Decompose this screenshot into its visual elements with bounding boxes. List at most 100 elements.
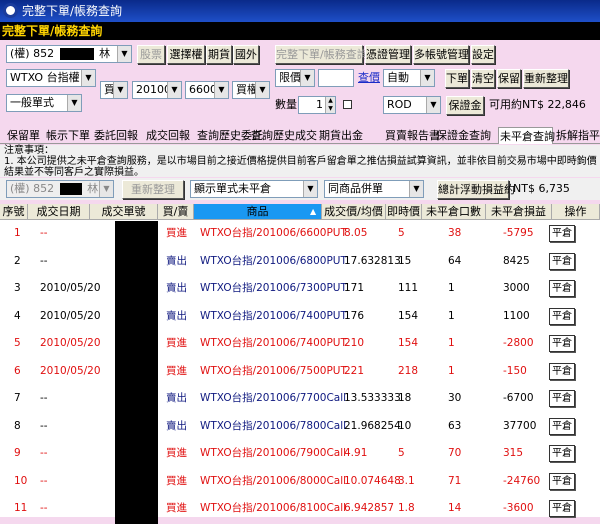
- open-pnl: 8425: [503, 254, 530, 267]
- column-header-5[interactable]: 成交價/均價: [322, 204, 386, 220]
- open-qty: 30: [448, 392, 462, 404]
- trade-date: --: [40, 419, 48, 432]
- order-mode-select[interactable]: 一般單式 ▼: [6, 94, 82, 112]
- product-name: WTXO台指/201006/7800Call: [200, 419, 347, 432]
- close-position-button[interactable]: 平倉: [549, 280, 575, 297]
- account-select[interactable]: (權) 852 林 ▼: [6, 45, 132, 63]
- keep-button[interactable]: 保留: [497, 69, 521, 88]
- close-position-button[interactable]: 平倉: [549, 500, 575, 517]
- close-position-button[interactable]: 平倉: [549, 390, 575, 407]
- product-name: WTXO台指/201006/8100Call: [200, 502, 347, 514]
- margin-button[interactable]: 保證金: [446, 96, 484, 115]
- redacted-order-id: [115, 276, 158, 304]
- auto-select[interactable]: 自動 ▼: [383, 69, 435, 87]
- last-price: 15: [398, 254, 412, 267]
- fill-price: 13.533333: [344, 392, 401, 404]
- chevron-down-icon: ▼: [214, 82, 228, 98]
- side-label: 賣出: [166, 419, 187, 432]
- column-header-9[interactable]: 操作: [552, 204, 600, 220]
- settings-button[interactable]: 設定: [471, 45, 495, 64]
- column-header-2[interactable]: 成交單號: [90, 204, 158, 220]
- row-number: 9: [14, 447, 21, 459]
- redacted-order-id: [115, 386, 158, 414]
- column-header-7[interactable]: 未平倉口數: [422, 204, 486, 220]
- close-position-button[interactable]: 平倉: [549, 362, 575, 380]
- option-button[interactable]: 選擇權: [167, 45, 205, 64]
- column-header-6[interactable]: 即時價: [386, 204, 422, 220]
- stock-button[interactable]: 股票: [137, 45, 165, 64]
- side-label: 買進: [166, 447, 187, 459]
- close-position-button[interactable]: 平倉: [549, 307, 575, 325]
- price-type-select[interactable]: 限價 ▼: [275, 69, 315, 87]
- product-name: WTXO台指/201006/7700Call: [200, 392, 347, 404]
- open-pnl: -5795: [503, 227, 534, 239]
- checkbox[interactable]: [343, 100, 352, 109]
- column-header-3[interactable]: 買/賣: [158, 204, 194, 220]
- tab-10[interactable]: 拆解指平: [555, 127, 600, 144]
- last-price: 218: [398, 364, 419, 377]
- tab-7[interactable]: 買賣報告書: [384, 127, 440, 144]
- filter-account-select[interactable]: (權) 852 林 ▼: [6, 180, 114, 198]
- redacted-order-id: [115, 468, 158, 497]
- close-position-button[interactable]: 平倉: [549, 225, 575, 242]
- month-select[interactable]: 201006 ▼: [132, 81, 182, 99]
- cert-button[interactable]: 憑證管理: [365, 45, 411, 64]
- full-order-button[interactable]: 完整下單/帳務查詢: [275, 45, 368, 64]
- price-input[interactable]: [318, 69, 354, 87]
- display-mode-select[interactable]: 顯示單式未平倉 ▼: [190, 180, 318, 198]
- tab-0[interactable]: 保留單: [6, 127, 42, 144]
- quantity-stepper[interactable]: 1 ▲ ▼: [298, 96, 336, 114]
- tab-4[interactable]: 查詢歷史委託: [196, 127, 263, 144]
- close-position-button[interactable]: 平倉: [549, 472, 575, 490]
- refresh-button[interactable]: 重新整理: [523, 69, 569, 88]
- tab-1[interactable]: 帳示下單: [45, 127, 91, 144]
- column-header-1[interactable]: 成交日期: [28, 204, 90, 220]
- last-price: 154: [398, 337, 419, 349]
- close-position-button[interactable]: 平倉: [549, 252, 575, 270]
- call-put-select[interactable]: 買權 ▼: [232, 81, 270, 99]
- row-number: 4: [14, 309, 21, 322]
- tab-2[interactable]: 委託回報: [93, 127, 143, 144]
- total-pnl-button[interactable]: 總計浮動損益約: [437, 180, 515, 199]
- table-row: 10 -- 買進 WTXO台指/201006/8000Call 10.074648 3.1…: [0, 468, 600, 497]
- product-select[interactable]: WTXO 台指權 ▼: [6, 69, 96, 87]
- tab-8[interactable]: 保證金查詢: [435, 127, 496, 144]
- row-number: 11: [14, 502, 28, 514]
- foreign-button[interactable]: 國外: [233, 45, 259, 64]
- tab-6[interactable]: 期貨出金: [318, 127, 382, 144]
- column-header-8[interactable]: 未平倉損益: [486, 204, 552, 220]
- chevron-down-icon: ▼: [409, 181, 423, 197]
- trade-date: --: [40, 502, 48, 514]
- redacted-order-id: [115, 358, 158, 387]
- tab-5[interactable]: 查詢歷史成交: [250, 127, 317, 144]
- chevron-down-icon: ▼: [99, 181, 113, 197]
- last-price: 10: [398, 419, 412, 432]
- stepper-arrows-icon[interactable]: ▲ ▼: [325, 97, 335, 113]
- rod-select[interactable]: ROD ▼: [383, 96, 441, 114]
- multi-account-button[interactable]: 多帳號管理: [413, 45, 469, 64]
- close-position-button[interactable]: 平倉: [549, 417, 575, 435]
- query-price-link[interactable]: 查價: [358, 69, 380, 87]
- clear-button[interactable]: 清空: [471, 69, 495, 88]
- chevron-down-icon: ▼: [117, 46, 131, 62]
- redacted-order-id: [115, 496, 158, 524]
- group-select[interactable]: 同商品併單 ▼: [324, 180, 424, 198]
- last-price: 3.1: [398, 474, 415, 487]
- tab-9[interactable]: 未平倉查詢: [498, 127, 555, 144]
- table-row: 8 -- 賣出 WTXO台指/201006/7800Call 21.968254 10 63…: [0, 413, 600, 442]
- tab-3[interactable]: 成交回報: [145, 127, 194, 144]
- filter-refresh-button[interactable]: 重新整理: [122, 180, 184, 199]
- close-position-button[interactable]: 平倉: [549, 335, 575, 352]
- side-select[interactable]: 買 ▼: [100, 81, 128, 99]
- strike-select[interactable]: 6600 ▼: [185, 81, 229, 99]
- total-pnl-value: NT$ 6,735: [513, 182, 570, 195]
- row-number: 2: [14, 254, 21, 267]
- redacted-order-id: [115, 221, 158, 249]
- column-header-4[interactable]: 商品: [194, 204, 322, 220]
- futures-button[interactable]: 期貨: [206, 45, 232, 64]
- column-header-0[interactable]: 序號: [0, 204, 28, 220]
- close-position-button[interactable]: 平倉: [549, 445, 575, 462]
- order-button[interactable]: 下單: [445, 69, 469, 88]
- trade-date: --: [40, 392, 48, 404]
- open-qty: 64: [448, 254, 462, 267]
